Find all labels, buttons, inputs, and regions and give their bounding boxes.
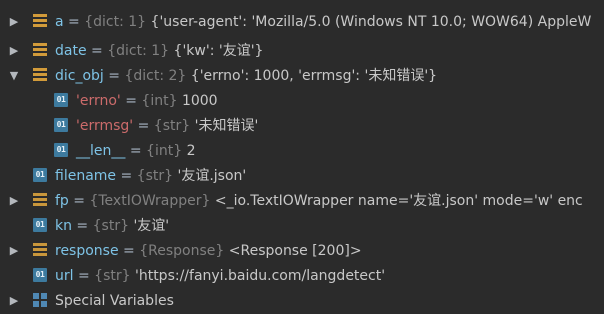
variable-type: {int} — [146, 143, 183, 159]
separator: = — [116, 168, 137, 184]
variable-type: {dict: 1} — [84, 14, 147, 30]
variables-panel: ▶ a = {dict: 1} {'user-agent': 'Mozilla/… — [0, 0, 604, 314]
variable-type: {Response} — [139, 243, 225, 259]
separator: = — [103, 68, 125, 84]
variable-row-a[interactable]: ▶ a = {dict: 1} {'user-agent': 'Mozilla/… — [0, 10, 604, 34]
variable-row-fp[interactable]: ▶ fp = {TextIOWrapper} <_io.TextIOWrappe… — [0, 189, 604, 213]
separator: = — [73, 268, 95, 284]
variable-name: __len__ — [76, 143, 126, 159]
vertical-scrollbar[interactable] — [594, 0, 604, 314]
primitive-icon: 01 — [33, 218, 47, 232]
variable-row-url[interactable]: 01 url = {str} 'https://fanyi.baidu.com/… — [0, 264, 604, 288]
special-variables-label: Special Variables — [55, 293, 174, 309]
variable-name: dic_obj — [55, 68, 104, 84]
variable-type: {dict: 2} — [124, 68, 187, 84]
variable-type: {TextIOWrapper} — [89, 193, 211, 209]
collapse-arrow-icon[interactable]: ▼ — [7, 64, 21, 88]
variable-value: {'user-agent': 'Mozilla/5.0 (Windows NT … — [150, 14, 592, 30]
variable-type: {int} — [141, 93, 178, 109]
primitive-icon: 01 — [33, 168, 47, 182]
variable-value: 2 — [186, 143, 196, 159]
separator: = — [86, 43, 108, 59]
variable-name: response — [55, 243, 119, 259]
expand-arrow-icon[interactable]: ▶ — [7, 10, 21, 34]
object-icon — [33, 193, 47, 207]
separator: = — [68, 193, 90, 209]
variable-value: '友谊' — [133, 218, 170, 234]
variable-value: 'https://fanyi.baidu.com/langdetect' — [134, 268, 386, 284]
variable-type: {str} — [153, 118, 191, 134]
separator: = — [63, 14, 85, 30]
variable-value: {'errno': 1000, 'errmsg': '未知错误'} — [190, 68, 438, 84]
variable-value: 1000 — [181, 93, 218, 109]
primitive-icon: 01 — [54, 93, 68, 107]
variable-value: '友谊.json' — [177, 168, 247, 184]
variable-name: a — [55, 14, 64, 30]
variable-row-filename[interactable]: 01 filename = {str} '友谊.json' — [0, 164, 604, 188]
variable-value: <_io.TextIOWrapper name='友谊.json' mode='… — [214, 193, 583, 209]
separator: = — [120, 93, 142, 109]
dict-key: 'errmsg' — [76, 118, 134, 134]
expand-arrow-icon[interactable]: ▶ — [7, 189, 21, 213]
variable-row-response[interactable]: ▶ response = {Response} <Response [200]> — [0, 239, 604, 263]
expand-arrow-icon[interactable]: ▶ — [7, 39, 21, 63]
variable-type: {str} — [136, 168, 174, 184]
variable-name: fp — [55, 193, 69, 209]
variable-row-date[interactable]: ▶ date = {dict: 1} {'kw': '友谊'} — [0, 39, 604, 63]
dict-icon — [33, 43, 47, 57]
separator: = — [133, 118, 154, 134]
primitive-icon: 01 — [33, 268, 47, 282]
variable-type: {dict: 1} — [107, 43, 170, 59]
variable-name: date — [55, 43, 87, 59]
primitive-icon: 01 — [54, 143, 68, 157]
variable-row-kn[interactable]: 01 kn = {str} '友谊' — [0, 214, 604, 238]
separator: = — [118, 243, 140, 259]
expand-arrow-icon[interactable]: ▶ — [7, 239, 21, 263]
dict-icon — [33, 14, 47, 28]
variable-value: <Response [200]> — [228, 243, 362, 259]
expand-arrow-icon[interactable]: ▶ — [7, 289, 21, 313]
dict-entry-errno[interactable]: 01 'errno' = {int} 1000 — [0, 89, 604, 113]
variable-name: filename — [55, 168, 117, 184]
grid-icon — [33, 293, 47, 307]
dict-entry-len[interactable]: 01 __len__ = {int} 2 — [0, 139, 604, 163]
dict-key: 'errno' — [76, 93, 121, 109]
variable-type: {str} — [94, 268, 131, 284]
variable-row-dic-obj[interactable]: ▼ dic_obj = {dict: 2} {'errno': 1000, 'e… — [0, 64, 604, 88]
variable-name: kn — [55, 218, 72, 234]
primitive-icon: 01 — [54, 118, 68, 132]
dict-entry-errmsg[interactable]: 01 'errmsg' = {str} '未知错误' — [0, 114, 604, 138]
variable-value: '未知错误' — [194, 118, 259, 134]
variable-value: {'kw': '友谊'} — [173, 43, 264, 59]
special-variables-row[interactable]: ▶ Special Variables — [0, 289, 604, 313]
separator: = — [125, 143, 147, 159]
separator: = — [71, 218, 93, 234]
dict-icon — [33, 68, 47, 82]
variable-type: {str} — [92, 218, 129, 234]
object-icon — [33, 243, 47, 257]
variable-name: url — [55, 268, 74, 284]
